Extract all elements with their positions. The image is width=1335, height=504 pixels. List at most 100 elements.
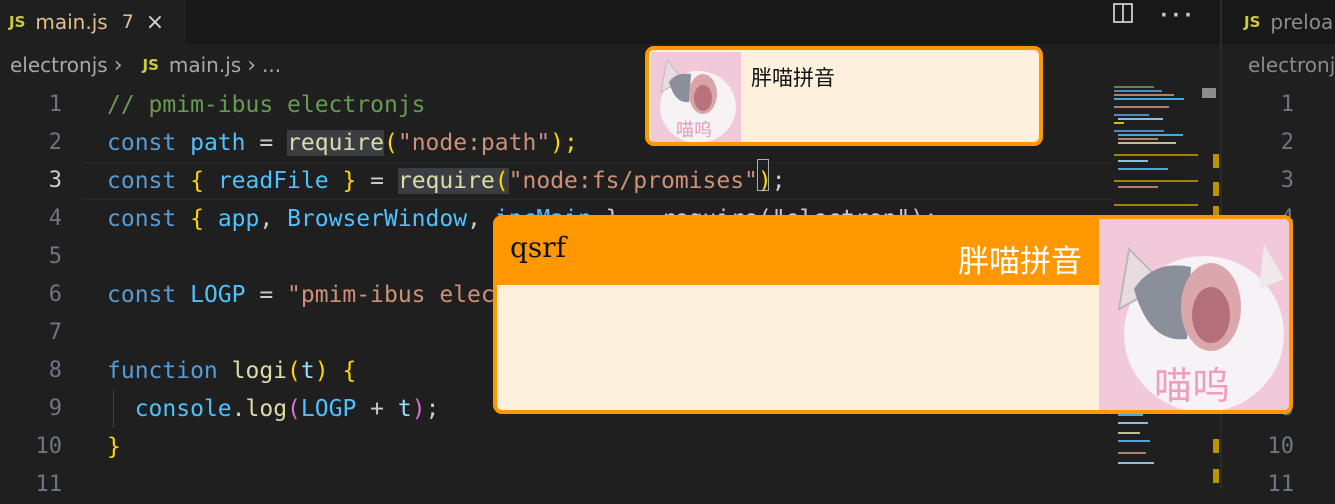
line-number: 4 <box>48 206 62 231</box>
line-number: 2 <box>48 130 62 155</box>
bracket: ) <box>314 358 329 384</box>
minimap-line <box>1118 142 1176 144</box>
line-number: 6 <box>48 282 62 307</box>
tab-main-js[interactable]: JS main.js 7 × <box>0 0 186 44</box>
ime-status-popup: 喵呜 胖喵拼音 <box>645 46 1043 146</box>
minimap-line <box>1118 168 1168 170</box>
scroll-marker <box>1213 469 1219 483</box>
function-name: require <box>287 130 384 156</box>
code-line: const { readFile } = require("node:fs/pr… <box>107 162 938 200</box>
line-number: 1 <box>1280 92 1294 117</box>
line-number: 5 <box>48 244 62 269</box>
tab-label: preloa <box>1270 10 1334 34</box>
minimap-line <box>1118 138 1158 140</box>
line-number: 7 <box>48 320 62 345</box>
minimap-line <box>1118 422 1148 424</box>
identifier: LOGP <box>190 282 246 308</box>
bracket: ); <box>550 130 578 156</box>
breadcrumb: electronjs › JS main.js › ... <box>10 48 281 82</box>
line-number: 10 <box>1267 434 1295 459</box>
candidate-header: qsrf 胖喵拼音 <box>497 219 1099 285</box>
scroll-marker <box>1213 154 1219 168</box>
bracket: } <box>107 434 121 460</box>
identifier: app <box>203 206 260 232</box>
minimap-line <box>1118 462 1154 464</box>
scroll-marker <box>1213 182 1219 196</box>
split-editor-icon[interactable] <box>1112 2 1134 28</box>
minimap-line <box>1114 94 1174 96</box>
identifier: readFile <box>203 168 343 194</box>
scroll-marker <box>1213 439 1219 453</box>
line-number: 1 <box>48 92 62 117</box>
minimap-line <box>1114 90 1162 92</box>
string: "node:path" <box>397 130 551 156</box>
minimap-line <box>1114 114 1149 116</box>
bracket: ( <box>287 358 301 384</box>
line-number: 10 <box>35 434 63 459</box>
minimap-line <box>1118 160 1148 162</box>
js-file-icon: JS <box>142 56 159 74</box>
breadcrumb-file[interactable]: main.js <box>169 53 241 77</box>
problems-count: 7 <box>121 11 134 33</box>
comment: // pmim-ibus electronjs <box>107 92 426 118</box>
chevron-right-icon: › <box>113 52 123 78</box>
js-file-icon: JS <box>9 13 26 31</box>
breadcrumb-folder[interactable]: electronj <box>1248 48 1335 82</box>
line-number-gutter: 1 2 3 4 5 6 7 8 9 10 11 <box>0 86 80 504</box>
preedit-input-text: qsrf <box>510 231 567 264</box>
chevron-right-icon: › <box>247 52 257 78</box>
bracket: ( <box>383 130 398 156</box>
minimap-line <box>1114 204 1198 206</box>
editor-actions: ··· <box>1112 0 1194 30</box>
operator: = <box>245 130 288 156</box>
cat-avatar-image: 喵呜 <box>1099 219 1289 410</box>
string: "node:fs/promises" <box>508 168 758 194</box>
bracket: { <box>328 358 357 384</box>
keyword: const <box>107 282 177 308</box>
cat-avatar-image: 喵呜 <box>651 52 741 142</box>
comma: , <box>467 206 495 232</box>
line-number: 3 <box>1280 168 1294 193</box>
operator: + <box>356 396 398 422</box>
tab-label: main.js <box>35 10 108 34</box>
minimap-line <box>1114 98 1184 100</box>
minimap-line <box>1114 154 1198 156</box>
tab-bar: JS main.js 7 × ··· <box>0 0 1220 44</box>
keyword: function <box>107 358 218 384</box>
code-line: } <box>107 428 938 466</box>
avatar-caption: 喵呜 <box>1154 364 1230 408</box>
breadcrumb-folder[interactable]: electronjs <box>10 53 108 77</box>
bracket: ( <box>494 168 509 194</box>
identifier: LOGP <box>300 396 357 422</box>
comma: , <box>259 206 288 232</box>
line-number: 9 <box>48 396 62 421</box>
line-number: 8 <box>48 358 62 383</box>
string: "pmim-ibus elec <box>287 282 495 308</box>
function-name: require <box>397 168 495 194</box>
bracket: { <box>190 206 204 232</box>
ime-name: 胖喵拼音 <box>958 244 1082 280</box>
breadcrumb-symbol[interactable]: ... <box>262 53 281 77</box>
minimap-line <box>1114 122 1124 124</box>
minimap-line <box>1114 86 1154 88</box>
semicolon: ; <box>771 168 786 194</box>
more-actions-icon[interactable]: ··· <box>1158 3 1194 27</box>
keyword: const <box>107 130 177 156</box>
minimap-line <box>1118 440 1150 442</box>
line-number: 3 <box>48 168 62 193</box>
tab-preload[interactable]: JS preloa <box>1222 0 1335 44</box>
identifier: console <box>134 396 232 422</box>
minimap-line <box>1118 186 1158 188</box>
ime-name: 胖喵拼音 <box>751 66 835 90</box>
minimap-line <box>1118 134 1183 136</box>
minimap-line <box>1114 106 1169 108</box>
operator: = <box>245 282 288 308</box>
text-cursor <box>757 159 769 191</box>
parameter: t <box>300 358 315 384</box>
scrollbar-thumb[interactable] <box>1202 88 1216 98</box>
close-icon[interactable]: × <box>146 10 164 35</box>
line-number: 11 <box>35 472 63 497</box>
bracket: ( <box>287 396 301 422</box>
operator: = <box>356 168 398 194</box>
function-name: logi <box>231 358 288 384</box>
